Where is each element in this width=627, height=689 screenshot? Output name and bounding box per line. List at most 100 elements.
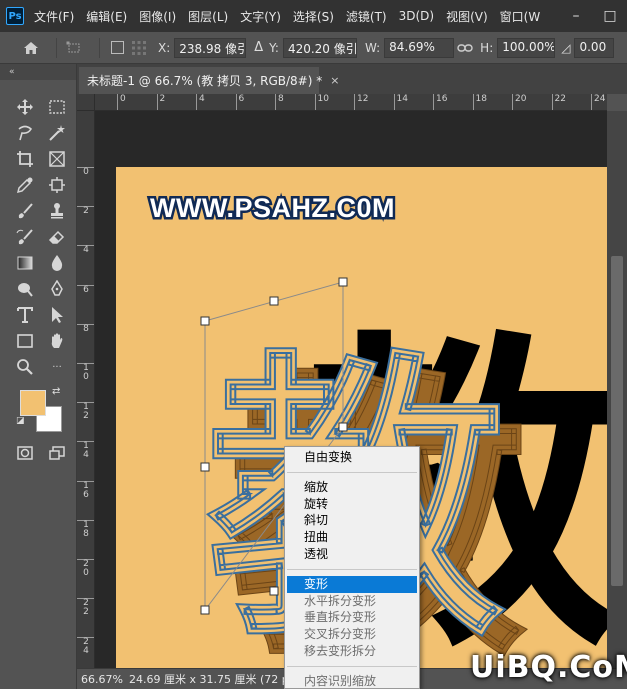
hand-tool-icon[interactable] xyxy=(44,329,70,353)
h-ruler-label: 20 xyxy=(512,94,526,110)
menu-filter[interactable]: 滤镜(T) xyxy=(346,8,387,25)
v-ruler-label: 8 xyxy=(77,323,94,360)
type-tool-icon[interactable] xyxy=(12,303,38,327)
tools-panel: « ··· ⇄ ◪ xyxy=(0,64,77,689)
h-ruler-label: 22 xyxy=(551,94,566,110)
transform-handle-bottom-middle[interactable] xyxy=(269,586,279,596)
menu-bar: Ps 文件(F) 编辑(E) 图像(I) 图层(L) 文字(Y) 选择(S) 滤… xyxy=(0,0,627,32)
move-tool-icon[interactable] xyxy=(12,95,38,119)
window-controls: – □ xyxy=(559,0,627,32)
v-ruler-label: 2 2 xyxy=(77,598,94,634)
scrollbar-thumb[interactable] xyxy=(611,256,623,586)
y-position-field[interactable]: 420.20 像引 xyxy=(282,37,357,58)
foreground-color-swatch[interactable] xyxy=(20,390,46,416)
delta-icon[interactable]: Δ xyxy=(254,40,263,55)
reference-point-checkbox[interactable] xyxy=(106,37,128,59)
v-ruler-label: 1 4 xyxy=(77,441,94,477)
swap-colors-icon[interactable]: ⇄ xyxy=(52,386,60,397)
zoom-tool-icon[interactable] xyxy=(12,355,38,379)
h-ruler-label: 8 xyxy=(275,94,284,110)
screen-mode-icon[interactable] xyxy=(44,441,70,465)
eyedropper-tool-icon[interactable] xyxy=(12,173,38,197)
transform-handle-top-middle[interactable] xyxy=(269,296,279,306)
document-tab[interactable]: 未标题-1 @ 66.7% (教 拷贝 3, RGB/8#) * × xyxy=(79,67,339,94)
context-menu-item[interactable]: 旋转 xyxy=(285,496,419,513)
context-menu-item[interactable]: 变形 xyxy=(287,575,417,593)
blur-tool-icon[interactable] xyxy=(44,251,70,275)
quick-mask-icon[interactable] xyxy=(12,441,38,465)
lasso-tool-icon[interactable] xyxy=(12,121,38,145)
minimize-button[interactable]: – xyxy=(559,0,593,32)
canvas-header-text: WWW.PSAHZ.C0M xyxy=(150,193,395,223)
context-menu-item[interactable]: 斜切 xyxy=(285,512,419,529)
menu-window[interactable]: 窗口(W xyxy=(500,8,541,25)
dodge-tool-icon[interactable] xyxy=(12,277,38,301)
eraser-tool-icon[interactable] xyxy=(44,225,70,249)
angle-icon[interactable]: ◿ xyxy=(561,41,570,55)
menu-select[interactable]: 选择(S) xyxy=(293,8,334,25)
color-swatches: ⇄ ◪ xyxy=(0,386,76,436)
transform-handle-top-left[interactable] xyxy=(200,316,210,326)
brush-tool-icon[interactable] xyxy=(12,199,38,223)
magic-wand-tool-icon[interactable] xyxy=(44,121,70,145)
menu-separator xyxy=(287,568,417,570)
x-position-field[interactable]: 238.98 像引 xyxy=(174,37,247,58)
transform-handle-bottom-left[interactable] xyxy=(200,605,210,615)
more-tools-icon[interactable]: ··· xyxy=(44,355,70,379)
v-ruler-label: 1 0 xyxy=(77,363,94,399)
maximize-button[interactable]: □ xyxy=(593,0,627,32)
v-ruler-label: 6 xyxy=(77,284,94,321)
menu-view[interactable]: 视图(V) xyxy=(446,8,488,25)
h-ruler-label: 24 xyxy=(591,94,605,110)
context-menu-item[interactable]: 自由变换 xyxy=(285,449,419,466)
transform-handle-middle-right[interactable] xyxy=(338,422,348,432)
context-menu-item[interactable]: 缩放 xyxy=(285,479,419,496)
menu-layer[interactable]: 图层(L) xyxy=(188,8,228,25)
transform-handle-top-right[interactable] xyxy=(338,277,348,287)
zoom-level[interactable]: 66.67% xyxy=(81,673,129,686)
context-menu-item[interactable]: 扭曲 xyxy=(285,529,419,546)
stamp-tool-icon[interactable] xyxy=(44,199,70,223)
path-selection-tool-icon[interactable] xyxy=(44,303,70,327)
angle-field[interactable]: 0.00 xyxy=(574,37,615,58)
context-menu-item[interactable]: 透视 xyxy=(285,546,419,563)
v-ruler-label: 1 2 xyxy=(77,402,94,438)
vertical-scrollbar[interactable] xyxy=(607,111,627,668)
width-field[interactable]: 84.69% xyxy=(384,37,455,58)
home-icon[interactable] xyxy=(20,37,42,59)
gradient-tool-icon[interactable] xyxy=(12,251,38,275)
photoshop-logo: Ps xyxy=(6,7,24,25)
marquee-tool-icon[interactable] xyxy=(44,95,70,119)
menu-type[interactable]: 文字(Y) xyxy=(240,8,281,25)
transform-mode-icon[interactable] xyxy=(63,37,85,59)
v-ruler-label: 2 xyxy=(77,206,94,242)
context-menu-item: 交叉拆分变形 xyxy=(304,627,377,642)
ruler-origin[interactable] xyxy=(77,94,95,111)
menu-3d[interactable]: 3D(D) xyxy=(399,9,434,23)
default-colors-icon[interactable]: ◪ xyxy=(16,416,25,426)
link-icon[interactable] xyxy=(454,37,476,59)
transform-handle-middle-left[interactable] xyxy=(200,462,210,472)
h-ruler-label: 14 xyxy=(393,94,408,110)
h-ruler-label: 6 xyxy=(235,94,244,110)
pen-tool-icon[interactable] xyxy=(44,277,70,301)
rectangle-tool-icon[interactable] xyxy=(12,329,38,353)
reference-point-grid-icon[interactable] xyxy=(128,37,150,59)
menu-image[interactable]: 图像(I) xyxy=(139,8,176,25)
frame-select-tool-icon[interactable] xyxy=(44,173,70,197)
vertical-ruler[interactable]: 02468 1 0 1 2 1 4 1 6 1 8 2 0 2 2 2 4 xyxy=(77,111,95,668)
crop-tool-icon[interactable] xyxy=(12,147,38,171)
history-brush-tool-icon[interactable] xyxy=(12,225,38,249)
horizontal-ruler[interactable]: 0 2 4 6 8 10 12 14 16 18 20 22 24 xyxy=(95,94,607,111)
x-label: X: xyxy=(158,40,171,55)
collapse-panel-button[interactable]: « xyxy=(0,64,76,80)
menu-edit[interactable]: 编辑(E) xyxy=(86,8,127,25)
menu-file[interactable]: 文件(F) xyxy=(34,8,74,25)
height-field[interactable]: 100.00% xyxy=(497,37,556,58)
document-size: 24.69 厘米 x 31.75 厘米 (72 pp xyxy=(129,673,296,686)
frame-tool-icon[interactable] xyxy=(44,147,70,171)
v-ruler-label: 1 8 xyxy=(77,519,94,556)
h-ruler-label: 18 xyxy=(472,94,487,110)
context-menu-item: 移去变形拆分 xyxy=(304,643,377,658)
close-tab-icon[interactable]: × xyxy=(330,74,339,87)
